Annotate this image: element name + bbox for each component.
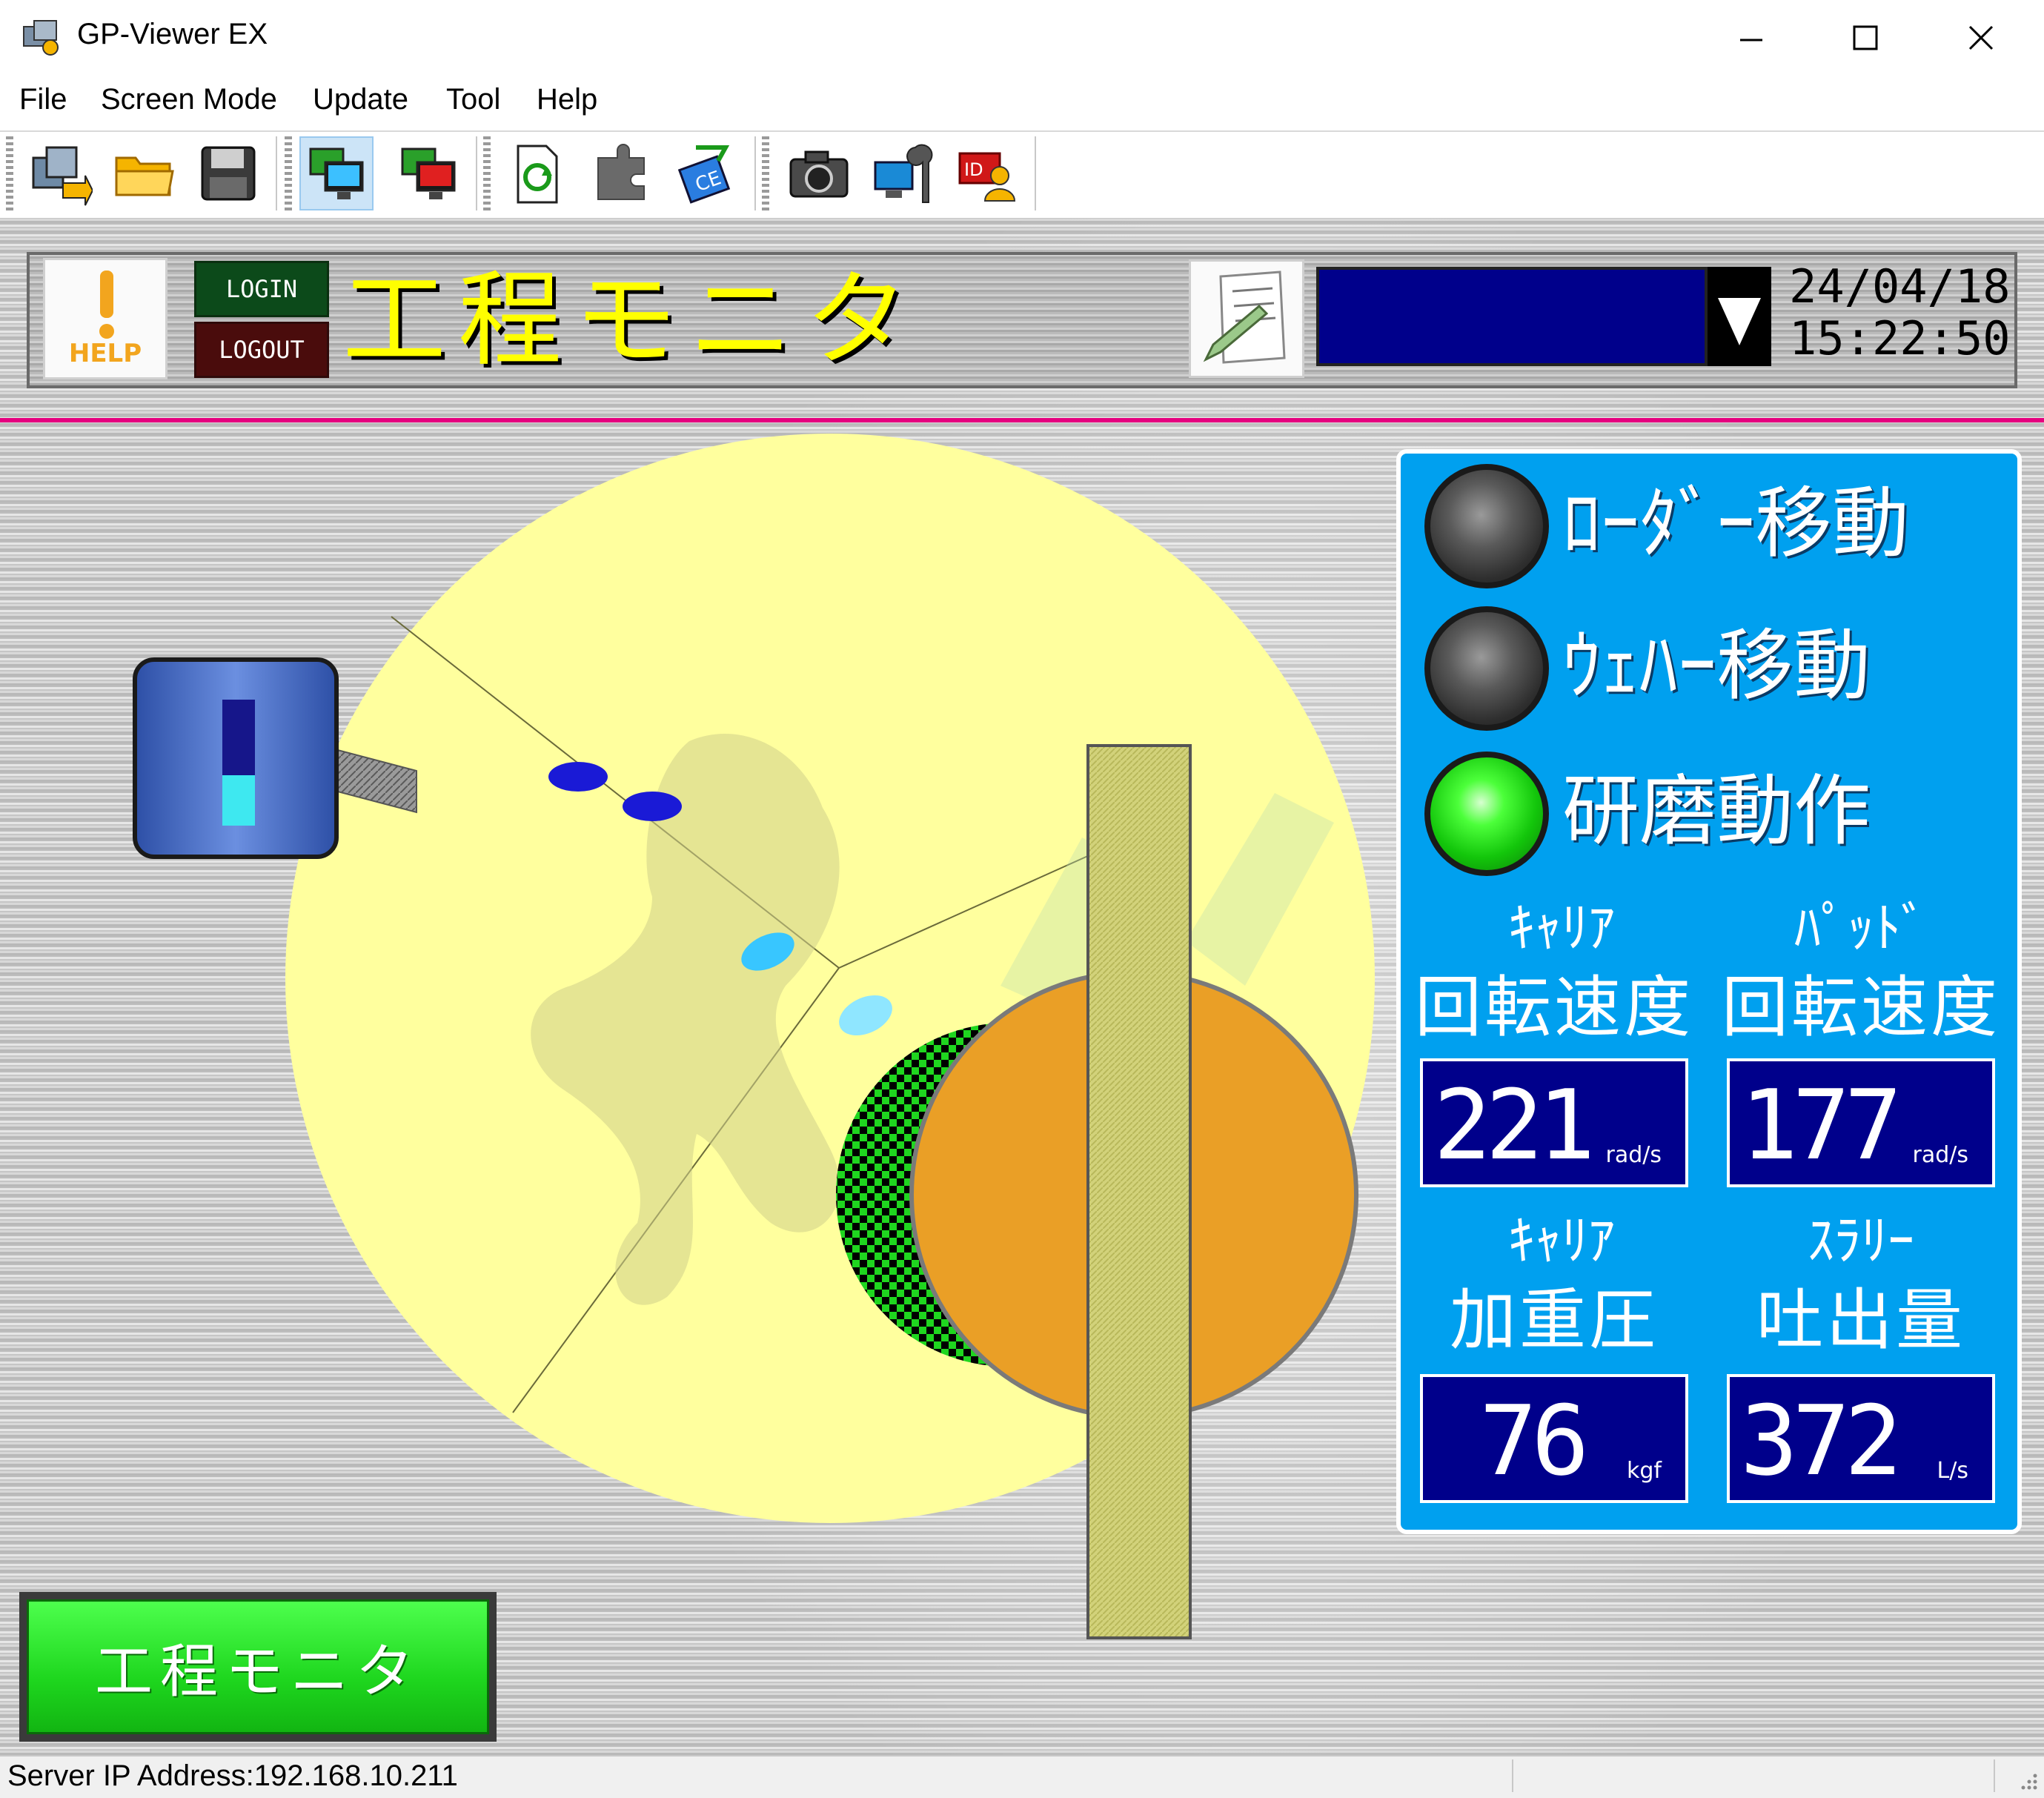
window-title: GP-Viewer EX	[77, 18, 268, 50]
alarm-display	[1316, 267, 1708, 366]
slurry-flow-value: 372	[1740, 1384, 1902, 1497]
id-user-icon[interactable]: ID	[950, 136, 1024, 210]
resize-grip-icon[interactable]	[2013, 1765, 2040, 1792]
carrier-speed-unit: rad/s	[1605, 1142, 1662, 1168]
plugin-icon[interactable]	[584, 136, 658, 210]
loader-move-lamp	[1424, 464, 1549, 588]
menu-bar	[0, 77, 2044, 130]
slurry-flow-kanji: 吐出量	[1756, 1281, 1965, 1359]
gp-viewer-app-icon	[23, 20, 59, 56]
pad-speed-kanji: 回転速度	[1722, 969, 2000, 1046]
chevron-down-icon	[1718, 298, 1761, 345]
status-bar-divider	[1994, 1759, 1995, 1792]
process-monitor-nav-label: 工程モニタ	[27, 1599, 489, 1734]
menu-screen-mode[interactable]: Screen Mode	[101, 83, 277, 116]
minimize-icon[interactable]	[1727, 15, 1776, 62]
date-display: 24/04/18	[1789, 259, 2011, 314]
ce-transfer-icon[interactable]: CE	[670, 136, 744, 210]
menu-update[interactable]: Update	[313, 83, 408, 116]
status-panel: ﾛｰﾀﾞｰ移動 ｳｪﾊｰ移動 研磨動作 ｷｬﾘｱ 回転速度 221 rad/s …	[1396, 449, 2022, 1534]
conditioner-arm	[1086, 744, 1192, 1639]
memo-pencil-icon	[1203, 271, 1286, 364]
slurry-drop	[548, 762, 608, 792]
screen-mode-full-icon[interactable]	[299, 136, 374, 210]
slurry-flow-kana: ｽﾗﾘｰ	[1807, 1210, 1914, 1272]
toolbar-grip	[762, 136, 769, 210]
polishing-label: 研磨動作	[1562, 766, 1871, 856]
toolbar-grip	[6, 136, 13, 210]
toolbar-separator	[754, 136, 756, 210]
menu-help[interactable]: Help	[537, 83, 597, 116]
toolbar-grip	[285, 136, 292, 210]
polishing-lamp	[1424, 752, 1549, 876]
process-monitor-nav-button[interactable]: 工程モニタ	[19, 1592, 497, 1742]
wafer-move-label: ｳｪﾊｰ移動	[1562, 620, 1871, 711]
camera-icon[interactable]	[781, 136, 855, 210]
save-icon[interactable]	[191, 136, 265, 210]
close-icon[interactable]	[1957, 15, 2005, 62]
logout-button[interactable]: LOGOUT	[194, 322, 329, 378]
alarm-dropdown-button[interactable]	[1708, 267, 1771, 366]
pad-speed-value: 177	[1740, 1069, 1902, 1181]
exclamation-icon	[99, 271, 114, 339]
wafer-move-lamp	[1424, 606, 1549, 731]
login-button[interactable]: LOGIN	[194, 261, 329, 317]
help-button[interactable]: HELP	[43, 258, 167, 379]
help-label: HELP	[68, 339, 142, 368]
carrier-pressure-unit: kgf	[1627, 1458, 1662, 1484]
tank-level-gauge-fill	[222, 775, 255, 826]
refresh-screen-icon[interactable]	[500, 136, 574, 210]
memo-button[interactable]	[1189, 259, 1304, 378]
toolbar-separator	[276, 136, 277, 210]
hmi-screen: HELP LOGIN LOGOUT 工程モニタ 24/04/18 15:22:5…	[0, 218, 2044, 1755]
status-bar-divider	[1512, 1759, 1513, 1792]
slurry-drop	[623, 792, 682, 821]
polishing-process-graphic	[133, 434, 1375, 1639]
toolbar-grip	[483, 136, 491, 210]
screen-mode-window-icon[interactable]	[391, 136, 465, 210]
carrier-speed-value: 221	[1433, 1069, 1596, 1181]
carrier-pressure-display: 76 kgf	[1420, 1374, 1688, 1503]
carrier-pressure-value: 76	[1479, 1384, 1590, 1497]
carrier-speed-kanji: 回転速度	[1415, 969, 1693, 1046]
toolbar-separator	[476, 136, 477, 210]
time-display: 15:22:50	[1789, 311, 2011, 365]
pad-speed-display: 177 rad/s	[1727, 1058, 1995, 1187]
menu-tool[interactable]: Tool	[446, 83, 500, 116]
carrier-pressure-kanji: 加重圧	[1450, 1281, 1659, 1359]
loader-move-label: ﾛｰﾀﾞｰ移動	[1562, 478, 1910, 568]
carrier-speed-display: 221 rad/s	[1420, 1058, 1688, 1187]
connect-icon[interactable]	[22, 136, 96, 210]
carrier-pressure-kana: ｷｬﾘｱ	[1507, 1210, 1615, 1272]
screen-title: 工程モニタ	[342, 260, 921, 381]
open-folder-icon[interactable]	[107, 136, 181, 210]
carrier-speed-kana: ｷｬﾘｱ	[1507, 897, 1615, 959]
server-ip-address: Server IP Address:192.168.10.211	[7, 1759, 458, 1792]
pad-speed-kana: ﾊﾟｯﾄﾞ	[1794, 897, 1928, 959]
maximize-icon[interactable]	[1841, 15, 1890, 62]
pad-speed-unit: rad/s	[1912, 1142, 1969, 1168]
toolbar-separator	[1035, 136, 1036, 210]
menu-file[interactable]: File	[19, 83, 67, 116]
settings-tool-icon[interactable]	[866, 136, 940, 210]
slurry-flow-unit: L/s	[1937, 1458, 1968, 1484]
slurry-flow-display: 372 L/s	[1727, 1374, 1995, 1503]
svg-text:ID: ID	[964, 159, 983, 180]
